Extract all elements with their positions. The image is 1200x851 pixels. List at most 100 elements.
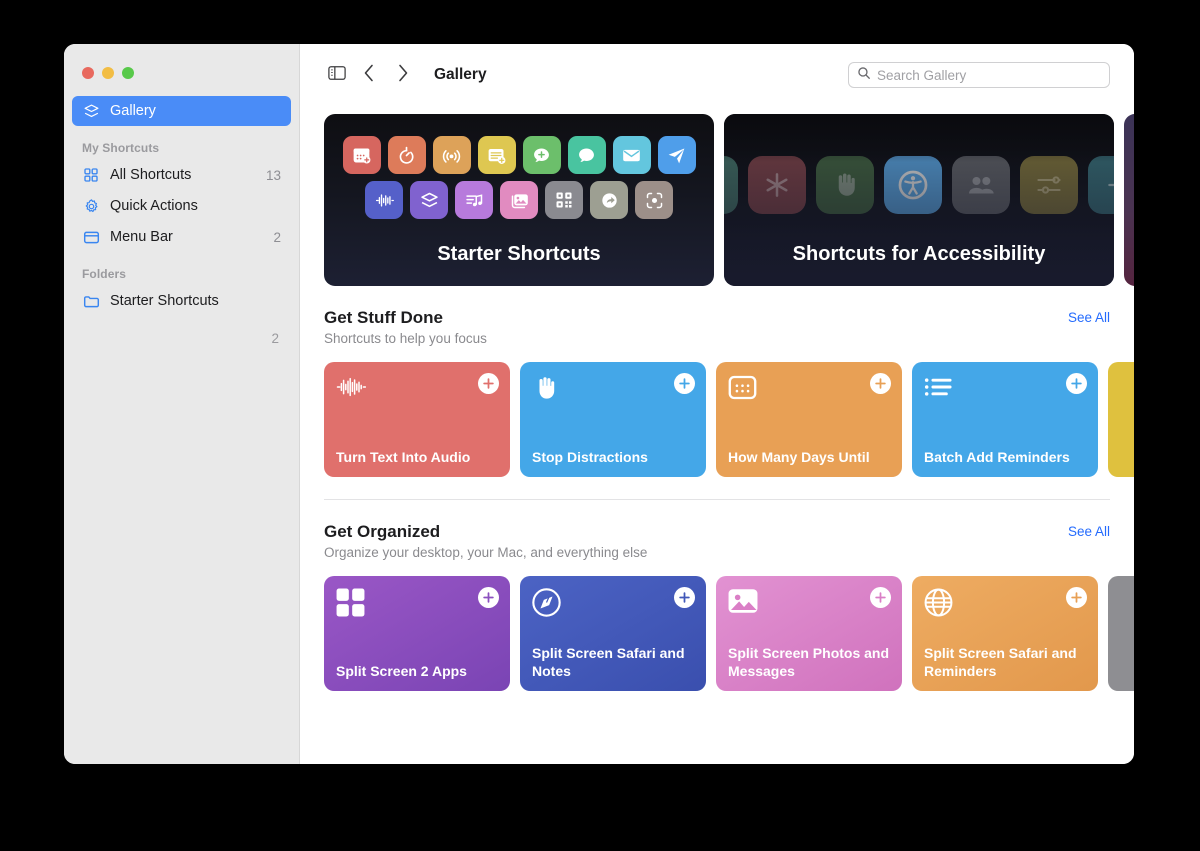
add-shortcut-button[interactable] [478,373,499,394]
banner-row: Starter Shortcuts Shortcuts for Accessib… [324,106,1134,286]
close-button[interactable] [82,67,94,79]
card-row: Split Screen 2 Apps Split Screen Safari … [324,576,1134,691]
back-button[interactable] [352,61,386,89]
minimize-button[interactable] [102,67,114,79]
plus-icon [875,378,886,389]
accessibility-icon [884,156,942,214]
shortcut-card-title: Split Screen Photos and Messages [728,645,890,680]
chevron-right-icon [397,64,409,87]
plus-icon [1071,378,1082,389]
section-subtitle: Organize your desktop, your Mac, and eve… [324,545,648,560]
sidebar-item-label: Gallery [110,103,156,119]
airplay-icon [432,136,471,174]
banner-title: Shortcuts for Accessibility [792,243,1046,265]
scan-icon [635,181,673,219]
shortcut-card-split-screen-safari-and-reminders[interactable]: Split Screen Safari and Reminders [912,576,1098,691]
plus-icon [1088,156,1114,214]
sidebar-item-all-shortcuts[interactable]: All Shortcuts 13 [72,160,291,190]
search-input[interactable] [877,67,1101,83]
grid-squares-icon [336,588,366,618]
calendar-add-icon [342,136,381,174]
hand-raised-icon [816,156,874,214]
gallery-stack-icon [82,102,100,120]
search-field[interactable] [848,62,1110,88]
section-title: Get Stuff Done [324,308,443,327]
calendar-icon [728,374,758,404]
shortcut-card-batch-add-reminders[interactable]: Batch Add Reminders [912,362,1098,477]
banner-third-partial[interactable]: G [1124,114,1134,286]
add-shortcut-button[interactable] [1066,373,1087,394]
people-icon [952,156,1010,214]
banner-icon-row [342,136,696,174]
music-list-icon [455,181,493,219]
send-icon [657,136,696,174]
sidebar-item-count: 2 [273,229,281,245]
main-area: Gallery Search Gallery Starter Shortcuts… [300,44,1134,764]
sidebar-item-menu-bar[interactable]: Menu Bar 2 [72,222,291,252]
sidebar-item-quick-actions[interactable]: Quick Actions [72,191,291,221]
section-get-organized: Get Organized Organize your desktop, you… [324,500,1134,691]
sidebar-item-gallery[interactable]: Gallery [72,96,291,126]
add-shortcut-button[interactable] [674,587,695,608]
banner-title: Starter Shortcuts [437,243,601,265]
shortcut-card-partial[interactable] [1108,362,1134,477]
page-title: Gallery [434,66,487,83]
share-icon [590,181,628,219]
sidebar-item-starter-shortcuts[interactable]: Starter Shortcuts [72,286,291,316]
document-add-icon [477,136,516,174]
search-icon [857,66,871,85]
sidebar-toggle-icon [328,65,346,86]
plus-icon [483,378,494,389]
plus-icon [1071,592,1082,603]
banner-starter-shortcuts[interactable]: Starter Shortcuts [324,114,714,286]
plus-icon [679,592,690,603]
shortcut-card-split-screen-safari-and-notes[interactable]: Split Screen Safari and Notes [520,576,706,691]
see-all-link[interactable]: See All [1068,308,1110,325]
sidebar-item-label: All Shortcuts [110,167,192,183]
card-row: Turn Text Into Audio Stop Distractions H… [324,362,1134,477]
sidebar-group-header-my-shortcuts: My Shortcuts [82,141,160,155]
add-shortcut-button[interactable] [1066,587,1087,608]
shortcut-card-split-screen-photos-and-messages[interactable]: Split Screen Photos and Messages [716,576,902,691]
list-bullet-icon [924,374,954,404]
see-all-link[interactable]: See All [1068,522,1110,539]
shortcut-card-title: Split Screen 2 Apps [336,663,467,680]
shortcut-card-split-screen-2-apps[interactable]: Split Screen 2 Apps [324,576,510,691]
banner-icon-grid [342,114,696,219]
menubar-icon [82,228,100,246]
forward-button[interactable] [386,61,420,89]
compass-icon [532,588,562,618]
qr-code-icon [545,181,583,219]
add-shortcut-button[interactable] [870,373,891,394]
add-shortcut-button[interactable] [478,587,499,608]
add-shortcut-button[interactable] [870,587,891,608]
gallery-content: Starter Shortcuts Shortcuts for Accessib… [300,106,1134,764]
shortcut-card-turn-text-into-audio[interactable]: Turn Text Into Audio [324,362,510,477]
sidebar-item-label: Quick Actions [110,198,198,214]
shortcut-card-partial[interactable] [1108,576,1134,691]
zoom-button[interactable] [122,67,134,79]
banner-icon-row [365,181,673,219]
shortcut-card-title: Turn Text Into Audio [336,449,471,466]
message-bubble-icon [567,136,606,174]
shortcut-card-how-many-days-until[interactable]: How Many Days Until [716,362,902,477]
banner-title: G [1124,243,1134,286]
shortcut-card-stop-distractions[interactable]: Stop Distractions [520,362,706,477]
folder-icon [82,292,100,310]
toolbar: Gallery [300,44,1134,106]
banner-icon-strip [724,156,1114,214]
grid-icon [82,166,100,184]
sidebar-toggle-button[interactable] [322,61,352,89]
banner-shortcuts-for-accessibility[interactable]: Shortcuts for Accessibility [724,114,1114,286]
shortcut-card-title: How Many Days Until [728,449,870,466]
sidebar-item-label: Menu Bar [110,229,173,245]
section-titles: Get Organized Organize your desktop, you… [324,522,1068,560]
message-add-icon [522,136,561,174]
add-shortcut-button[interactable] [674,373,695,394]
waveform-icon [336,374,366,404]
plus-icon [679,378,690,389]
sidebar-item-count: 13 [265,167,281,183]
gear-icon [82,197,100,215]
section-header: Get Stuff Done Shortcuts to help you foc… [324,308,1134,346]
section-title: Get Organized [324,522,441,541]
